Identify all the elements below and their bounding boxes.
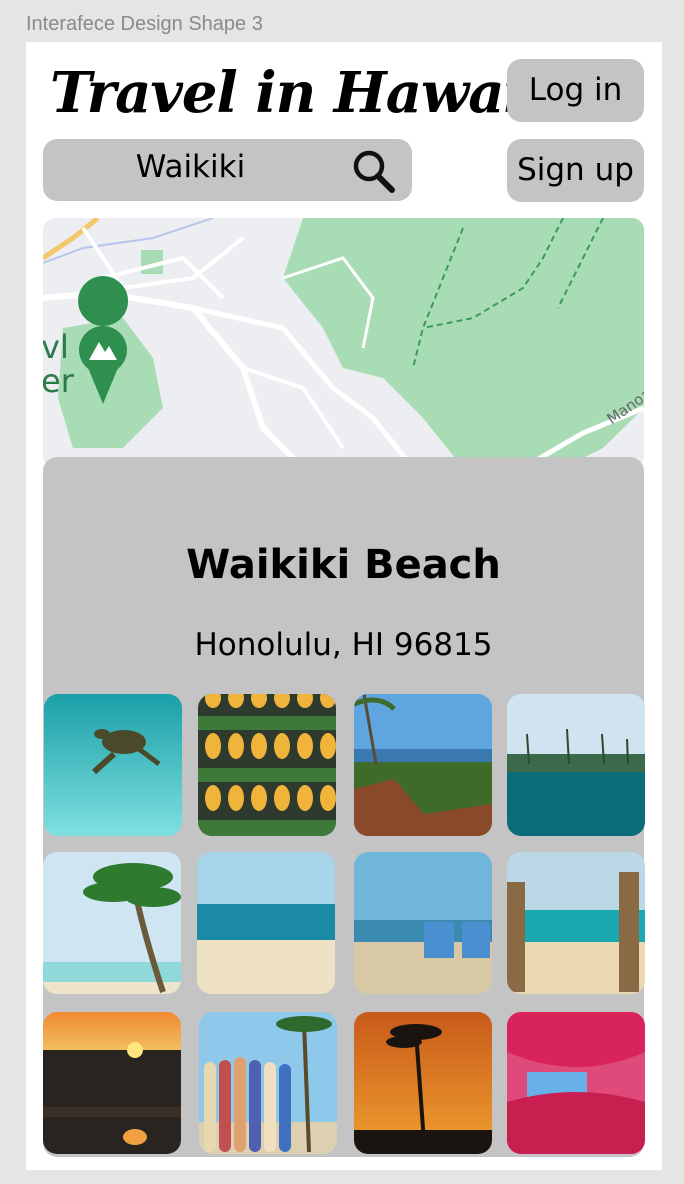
- pineapples-photo[interactable]: [198, 694, 336, 836]
- place-name: Waikiki Beach: [186, 542, 501, 588]
- login-button[interactable]: Log in: [507, 59, 644, 122]
- coastal-deck-photo[interactable]: [354, 694, 492, 836]
- surfboards-photo[interactable]: [199, 1012, 337, 1154]
- palm-beach-photo[interactable]: [43, 852, 181, 994]
- place-address: Honolulu, HI 96815: [194, 627, 493, 663]
- search-icon[interactable]: [350, 148, 398, 198]
- map-label-left-2: er: [43, 362, 75, 400]
- map-view[interactable]: vl er Manoa: [43, 218, 644, 468]
- beach-chairs-photo[interactable]: [354, 852, 492, 994]
- pink-umbrellas-photo[interactable]: [507, 1012, 645, 1154]
- map-graphic: vl er Manoa: [43, 218, 644, 468]
- sea-turtle-photo[interactable]: [44, 694, 182, 836]
- beach-horizon-photo[interactable]: [197, 852, 335, 994]
- search-input[interactable]: Waikiki: [43, 149, 338, 185]
- palm-sunset-photo[interactable]: [354, 1012, 492, 1154]
- search-bar[interactable]: Waikiki: [43, 139, 412, 201]
- frame-label: Interafece Design Shape 3: [26, 13, 263, 35]
- map-label-left-1: vl: [43, 328, 69, 366]
- page-title: Travel in Hawaii: [50, 60, 545, 126]
- palm-underwater-photo[interactable]: [507, 694, 645, 836]
- sunset-waves-photo[interactable]: [43, 1012, 181, 1154]
- signup-button[interactable]: Sign up: [507, 139, 644, 202]
- beach-path-photo[interactable]: [507, 852, 645, 994]
